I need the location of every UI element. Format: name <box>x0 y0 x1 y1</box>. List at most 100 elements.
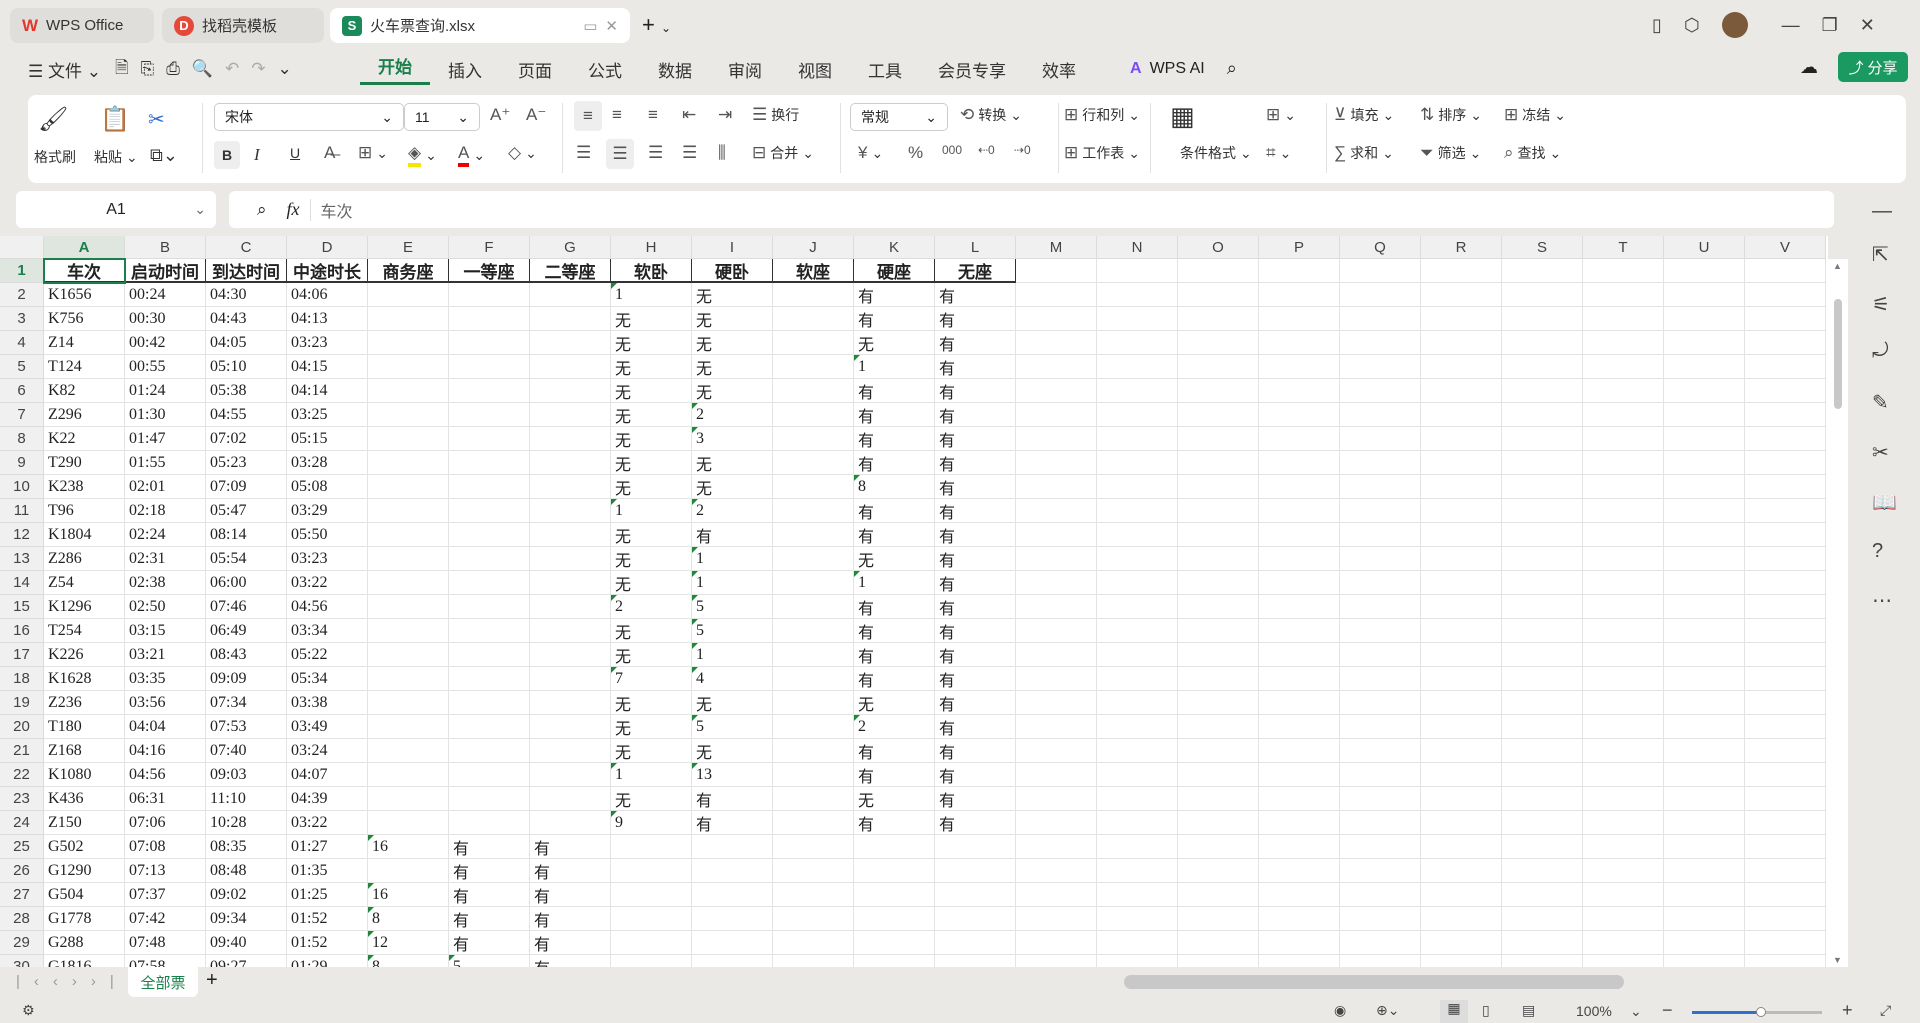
cell[interactable]: 有 <box>530 907 611 931</box>
cell[interactable] <box>1259 619 1340 643</box>
decimal-decrease-icon[interactable]: ⇢0 <box>1014 143 1031 157</box>
cell[interactable] <box>1016 691 1097 715</box>
cell[interactable] <box>773 715 854 739</box>
cell[interactable] <box>368 811 449 835</box>
cell[interactable] <box>1178 427 1259 451</box>
cell[interactable] <box>773 283 854 307</box>
file-menu[interactable]: ☰ 文件 ⌄ <box>20 57 109 82</box>
cell[interactable] <box>368 595 449 619</box>
cell[interactable]: Z54 <box>44 571 125 595</box>
cell[interactable]: 03:49 <box>287 715 368 739</box>
cell[interactable] <box>530 571 611 595</box>
cell[interactable]: 有 <box>854 523 935 547</box>
cell[interactable] <box>530 403 611 427</box>
cell[interactable] <box>1745 859 1826 883</box>
indent-decrease-icon[interactable]: ⇤ <box>682 105 696 125</box>
cell[interactable]: 2 <box>692 499 773 523</box>
cell[interactable]: 有 <box>935 379 1016 403</box>
cell[interactable]: 有 <box>854 595 935 619</box>
cell[interactable]: K1080 <box>44 763 125 787</box>
align-left-icon[interactable]: ☰ <box>576 143 591 163</box>
cell[interactable]: K22 <box>44 427 125 451</box>
cell[interactable] <box>773 331 854 355</box>
cell[interactable] <box>1583 883 1664 907</box>
cell[interactable] <box>1583 499 1664 523</box>
cell[interactable]: 有 <box>854 643 935 667</box>
cell[interactable] <box>368 427 449 451</box>
cell[interactable] <box>1016 931 1097 955</box>
select-all-corner[interactable] <box>0 236 44 259</box>
column-header-E[interactable]: E <box>368 236 449 259</box>
cell[interactable]: 有 <box>935 475 1016 499</box>
cell[interactable]: K82 <box>44 379 125 403</box>
tab-wps-office[interactable]: W WPS Office <box>10 8 154 43</box>
cell[interactable]: 有 <box>935 355 1016 379</box>
cell[interactable]: 03:23 <box>287 547 368 571</box>
cell[interactable] <box>1583 595 1664 619</box>
strikethrough-icon[interactable]: A̶ <box>324 143 335 163</box>
cell[interactable]: 无 <box>692 379 773 403</box>
cell[interactable] <box>368 739 449 763</box>
cell[interactable] <box>1421 451 1502 475</box>
cell[interactable]: 有 <box>935 403 1016 427</box>
cell[interactable] <box>1502 331 1583 355</box>
cell[interactable]: 有 <box>935 667 1016 691</box>
cell[interactable]: 有 <box>935 331 1016 355</box>
cell[interactable] <box>773 619 854 643</box>
zoom-slider[interactable] <box>1692 1007 1822 1017</box>
tab-menu-9[interactable]: 效率 <box>1024 57 1094 82</box>
cell[interactable] <box>449 691 530 715</box>
cell[interactable]: 无 <box>611 619 692 643</box>
cell[interactable] <box>1259 307 1340 331</box>
cell[interactable] <box>1097 739 1178 763</box>
cell[interactable]: 01:52 <box>287 907 368 931</box>
cell[interactable] <box>1421 571 1502 595</box>
copy-icon[interactable]: ⧉⌄ <box>150 145 178 166</box>
cell[interactable] <box>1016 619 1097 643</box>
cell-style-icon[interactable]: ⊞ ⌄ <box>1266 105 1296 125</box>
cell[interactable] <box>1097 427 1178 451</box>
cell[interactable] <box>1178 403 1259 427</box>
cell[interactable]: 07:13 <box>125 859 206 883</box>
export-icon[interactable]: ⎘ <box>135 59 161 79</box>
cell[interactable] <box>1259 787 1340 811</box>
cell[interactable] <box>1421 379 1502 403</box>
cell[interactable]: 有 <box>530 883 611 907</box>
cell[interactable] <box>1664 595 1745 619</box>
column-header-J[interactable]: J <box>773 236 854 259</box>
cell[interactable] <box>1583 451 1664 475</box>
cell[interactable]: 09:34 <box>206 907 287 931</box>
cell[interactable]: 无 <box>611 355 692 379</box>
cell[interactable] <box>1178 523 1259 547</box>
cell[interactable]: 2 <box>611 595 692 619</box>
cell[interactable] <box>1502 379 1583 403</box>
cell[interactable] <box>854 835 935 859</box>
cell[interactable] <box>1664 763 1745 787</box>
cell[interactable] <box>368 283 449 307</box>
cell[interactable] <box>611 835 692 859</box>
cell[interactable] <box>1502 667 1583 691</box>
cell[interactable]: K226 <box>44 643 125 667</box>
header-cell[interactable] <box>1583 259 1664 283</box>
column-header-T[interactable]: T <box>1583 236 1664 259</box>
cell[interactable] <box>1016 427 1097 451</box>
cell[interactable] <box>1583 355 1664 379</box>
freeze-button[interactable]: ⊞ 冻结 ⌄ <box>1504 105 1566 125</box>
cell[interactable]: 03:35 <box>125 667 206 691</box>
help-icon[interactable]: ? <box>1872 540 1883 563</box>
font-family-select[interactable]: 宋体 ⌄ <box>214 103 404 131</box>
tab-menu-4[interactable]: 数据 <box>640 57 710 82</box>
cell[interactable]: 有 <box>935 811 1016 835</box>
cell[interactable]: 03:24 <box>287 739 368 763</box>
cell[interactable] <box>1583 811 1664 835</box>
cell[interactable]: 有 <box>935 451 1016 475</box>
decrease-font-icon[interactable]: A⁻ <box>526 105 546 125</box>
header-cell[interactable]: 中途时长 <box>287 259 368 283</box>
cell[interactable] <box>368 667 449 691</box>
tab-menu-1[interactable]: 插入 <box>430 57 500 82</box>
cell[interactable] <box>935 835 1016 859</box>
cell[interactable]: Z286 <box>44 547 125 571</box>
cell[interactable] <box>1583 283 1664 307</box>
cell[interactable] <box>1421 715 1502 739</box>
convert-button[interactable]: ⟲ 转换 ⌄ <box>960 105 1022 125</box>
